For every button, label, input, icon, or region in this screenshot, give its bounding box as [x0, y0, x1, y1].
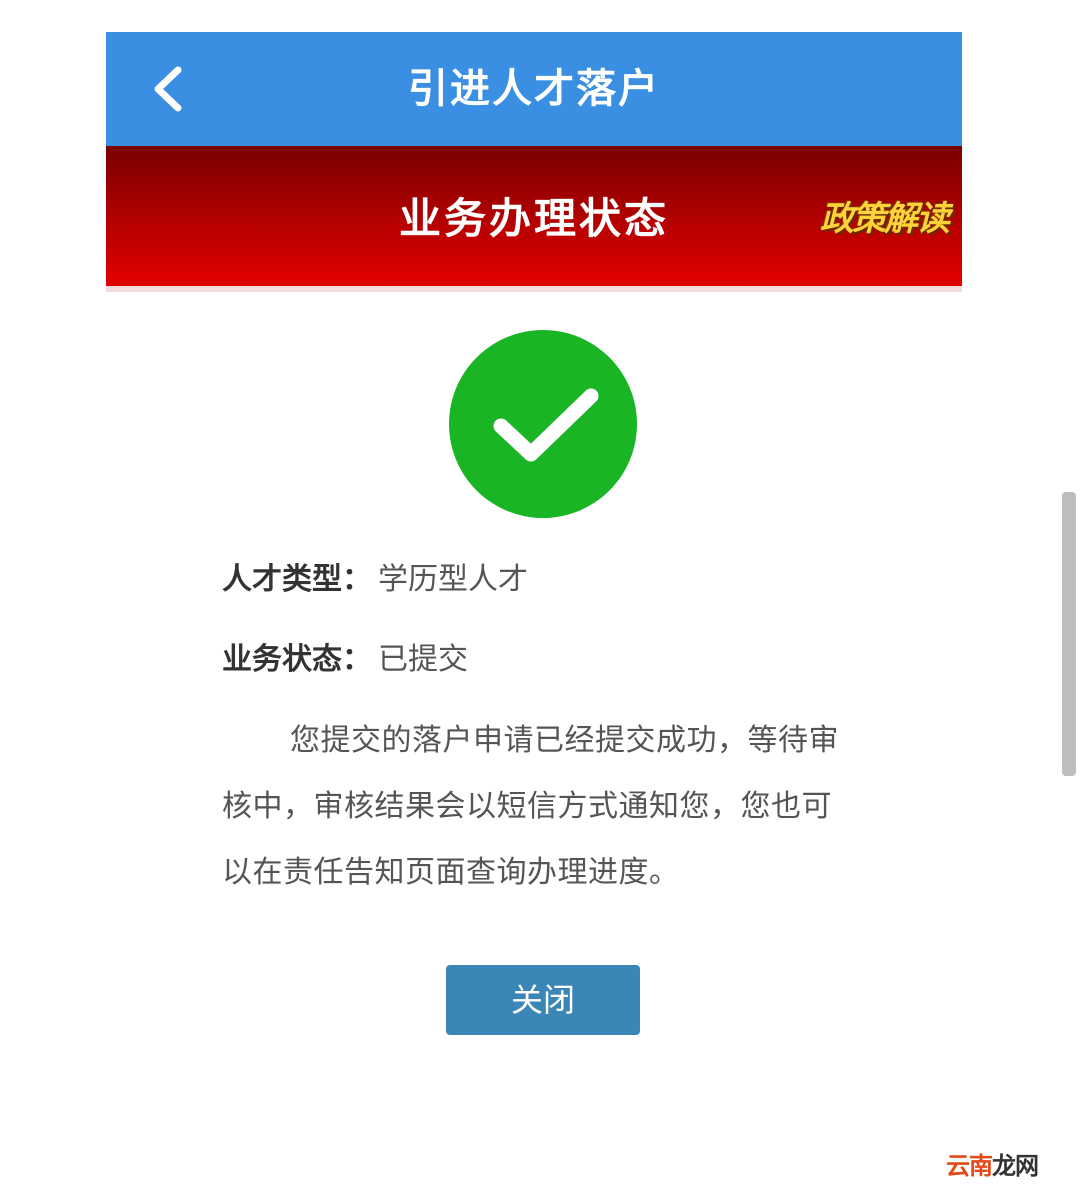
- scrollbar[interactable]: [1062, 492, 1076, 776]
- watermark-part1: 云南: [946, 1152, 993, 1180]
- business-status-value: 已提交: [378, 642, 468, 677]
- watermark-part2: 龙网: [992, 1152, 1039, 1180]
- site-watermark: 云南龙网: [946, 1150, 1039, 1182]
- talent-type-row: 人才类型： 学历型人才: [222, 560, 528, 600]
- page: 引进人才落户 业务办理状态 政策解读 人才类型： 学历型人才 业务状态： 已提交 您…: [0, 0, 1080, 1193]
- business-status-row: 业务状态： 已提交: [222, 640, 468, 680]
- top-navigation-bar: 引进人才落户: [106, 32, 962, 146]
- policy-interpretation-link[interactable]: 政策解读: [820, 196, 950, 242]
- talent-type-value: 学历型人才: [378, 562, 528, 597]
- check-circle-icon: [449, 330, 637, 518]
- page-title: 引进人才落户: [408, 66, 660, 112]
- business-status-label: 业务状态：: [222, 642, 372, 677]
- status-message: 您提交的落户申请已经提交成功，等待审核中，审核结果会以短信方式通知您，您也可以在…: [222, 723, 839, 890]
- close-button[interactable]: 关闭: [446, 965, 640, 1035]
- talent-type-label: 人才类型：: [222, 562, 372, 597]
- status-banner: 业务办理状态 政策解读: [106, 146, 962, 292]
